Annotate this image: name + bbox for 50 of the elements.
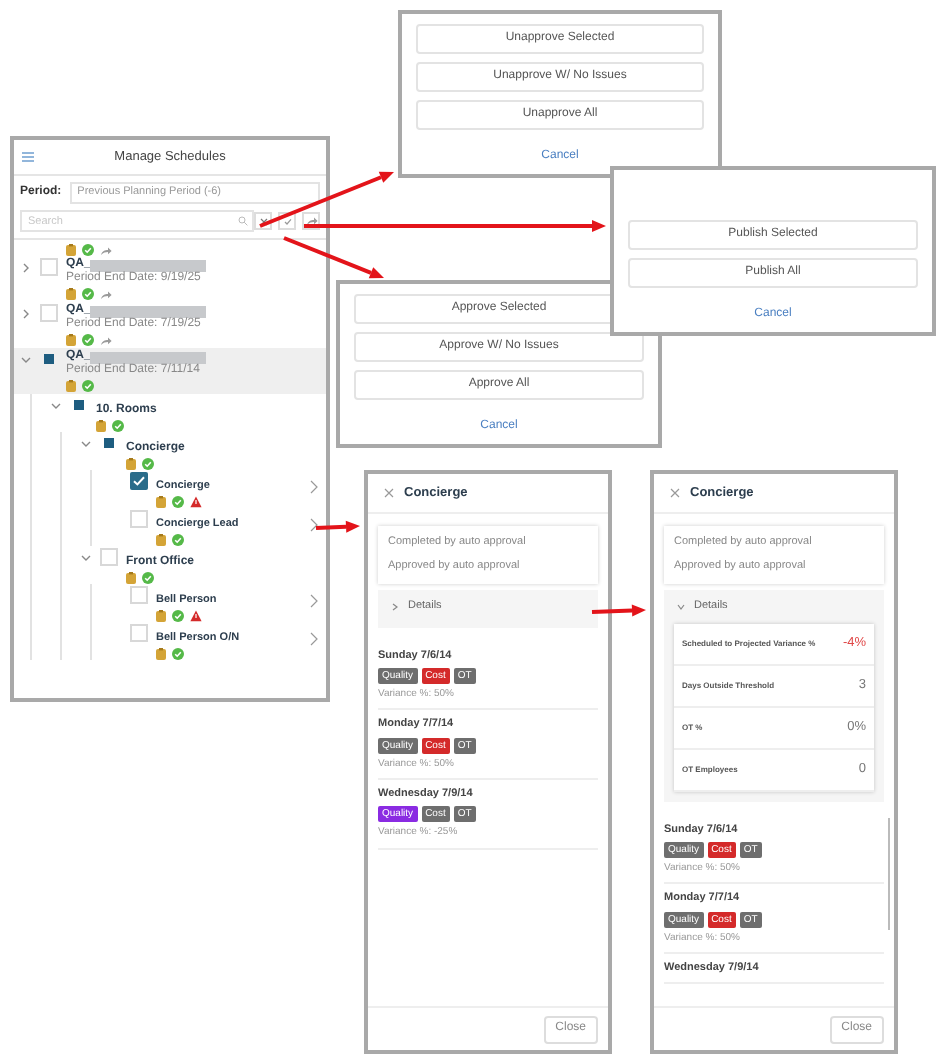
checkbox[interactable] [40,304,58,322]
checkbox[interactable] [40,350,58,368]
share-icon [305,216,317,226]
check-circle-icon [142,571,154,583]
checkbox[interactable] [130,623,148,641]
checkbox[interactable] [130,471,148,489]
caret-down-icon[interactable] [20,354,32,366]
checkbox[interactable] [70,395,88,413]
check-circle-icon [82,244,94,256]
caret-down-icon[interactable] [80,551,92,563]
redacted-bar [90,259,207,271]
caret-right-icon[interactable] [20,262,32,274]
checkbox[interactable] [100,433,118,451]
approve-button[interactable] [278,212,296,230]
check-circle-icon [172,495,184,507]
caret-right-icon[interactable] [20,308,32,320]
checkbox[interactable] [130,585,148,603]
check-circle-icon [172,647,184,659]
caret-down-icon[interactable] [50,399,62,411]
search-icon [238,216,248,226]
check-icon [283,217,291,225]
arrow [315,520,360,533]
checkbox[interactable] [40,258,58,276]
redacted-bar [90,305,207,317]
chevron-right-icon[interactable] [310,631,318,645]
check-circle-icon [112,419,124,431]
scrollbar[interactable] [887,817,890,929]
arrow [591,604,646,617]
publish-button[interactable] [302,212,320,230]
check-circle-icon [82,288,94,300]
caret-down-icon [676,601,686,611]
check-circle-icon [82,334,94,346]
chevron-right-icon[interactable] [310,593,318,607]
check-circle-icon [172,609,184,621]
unapprove-button[interactable] [254,212,272,230]
close-icon[interactable] [670,488,680,498]
checkbox[interactable] [130,509,148,527]
close-icon [259,217,267,225]
check-circle-icon [172,533,184,545]
menu-icon[interactable] [22,152,34,162]
check-circle-icon [82,380,94,392]
caret-down-icon[interactable] [80,437,92,449]
close-icon[interactable] [384,488,394,498]
chevron-right-icon[interactable] [310,517,318,531]
arrow [283,236,384,279]
redacted-bar [90,351,207,363]
check-circle-icon [142,457,154,469]
chevron-right-icon[interactable] [310,479,318,493]
checkbox[interactable] [100,547,118,565]
caret-right-icon [390,601,400,611]
